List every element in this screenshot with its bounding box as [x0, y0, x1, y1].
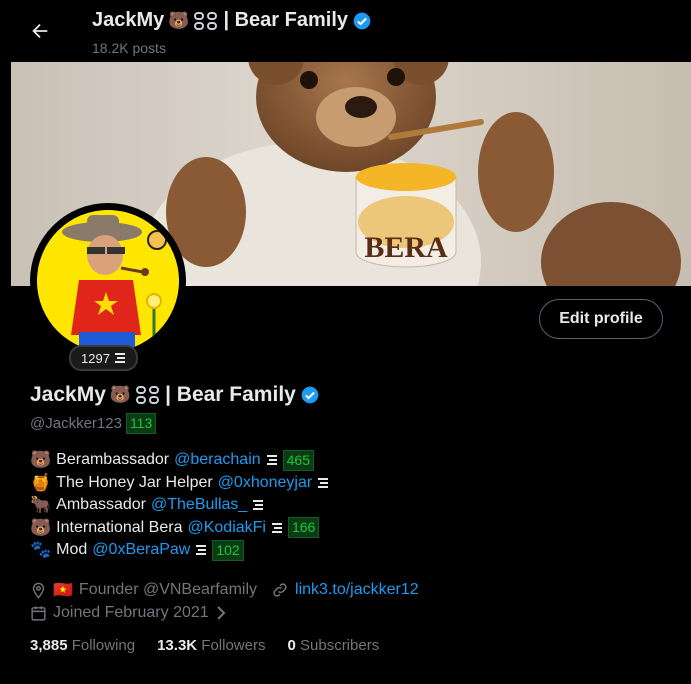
display-name-suffix: | Bear Family: [165, 383, 296, 406]
bio-text: Ambassador: [56, 496, 146, 513]
verified-badge-icon[interactable]: [352, 11, 372, 31]
bio-mention-link[interactable]: @TheBullas_: [151, 494, 247, 517]
bio-text: International Bera: [56, 518, 183, 536]
mention-badge: 465: [282, 449, 314, 471]
bio-mention-link[interactable]: @0xhoneyjar: [218, 472, 313, 495]
bio-mention-link[interactable]: @0xBeraPaw: [92, 539, 190, 562]
berachain-lines-icon: [318, 477, 329, 488]
meta-row-joined: Joined February 2021: [30, 602, 419, 624]
location-pin-icon: [32, 582, 45, 599]
bio-line: 🍯 The Honey Jar Helper @0xhoneyjar: [30, 472, 329, 495]
profile-handle: @Jackker123: [30, 415, 122, 432]
bear-emoji-icon: 🐻: [168, 10, 190, 30]
arrow-left-icon[interactable]: [29, 20, 51, 42]
bear-emoji-icon: 🐻: [30, 517, 52, 537]
avatar[interactable]: [30, 203, 186, 359]
berachain-lines-icon: [271, 522, 282, 533]
verified-badge-icon[interactable]: [300, 385, 320, 405]
profile-name: JackMy 🐻 | Bear Family: [30, 383, 320, 407]
bio-text: Mod: [56, 541, 88, 558]
location-text: Founder @VNBearfamily: [78, 581, 258, 598]
bio-line: 🐾 Mod @0xBeraPaw 102: [30, 539, 329, 562]
bio-line: 🐻 International Bera @KodiakFi 166: [30, 517, 329, 540]
avatar-count-badge: 1297: [69, 345, 138, 371]
website-link[interactable]: link3.to/jackker12: [295, 581, 419, 599]
bio-line: 🐂 Ambassador @TheBullas_: [30, 494, 329, 517]
following-label: Following: [71, 637, 136, 654]
header-name: JackMy: [92, 9, 165, 31]
meta-row-location-website: 🇻🇳 Founder @VNBearfamily link3.to/jackke…: [30, 579, 419, 601]
bio-text: The Honey Jar Helper: [56, 473, 213, 491]
followers-stat[interactable]: 13.3K Followers: [157, 637, 265, 654]
header-title: JackMy 🐻 | Bear Family: [92, 9, 372, 32]
handle-badge: 113: [125, 413, 157, 434]
avatar-count: 1297: [81, 350, 110, 366]
profile-header: JackMy 🐻 | Bear Family 18.2K posts: [11, 0, 691, 62]
bear-emoji-icon: 🐻: [109, 385, 132, 404]
banner-label: BERA: [364, 231, 448, 264]
subscribers-label: Subscribers: [300, 637, 380, 654]
berachain-lines-icon: [253, 500, 264, 511]
avatar-illustration: [37, 210, 179, 352]
display-name: JackMy: [30, 383, 106, 406]
avatar-image: [37, 210, 179, 352]
link-icon: [273, 583, 287, 597]
profile-stats: 3,885 Following 13.3K Followers 0 Subscr…: [30, 637, 379, 654]
mention-badge: 102: [212, 539, 244, 561]
post-count: 18.2K posts: [92, 40, 166, 56]
berachain-lines-icon: [114, 353, 125, 363]
joined-date: Joined February 2021: [53, 604, 209, 621]
calendar-icon: [31, 605, 46, 621]
subscribers-count: 0: [287, 637, 296, 654]
berachain-lines-icon: [266, 455, 277, 466]
paw-prints-emoji-icon: 🐾: [30, 540, 52, 559]
followers-count: 13.3K: [157, 637, 198, 654]
vietnam-flag-icon: 🇻🇳: [53, 582, 73, 599]
chain-icon: [136, 386, 160, 404]
bio-mention-link[interactable]: @berachain: [174, 449, 261, 472]
bear-emoji-icon: 🐻: [30, 450, 52, 469]
chain-icon: [194, 11, 218, 30]
profile-handle-row: @Jackker123 113: [30, 413, 157, 434]
profile-page: JackMy 🐻 | Bear Family 18.2K posts BERA …: [11, 0, 691, 684]
chevron-right-icon[interactable]: [215, 605, 227, 621]
followers-label: Followers: [201, 637, 266, 654]
header-name-suffix: | Bear Family: [223, 9, 348, 31]
profile-meta: 🇻🇳 Founder @VNBearfamily link3.to/jackke…: [30, 579, 419, 625]
profile-bio: 🐻 Berambassador @berachain 465 🍯 The Hon…: [30, 449, 329, 562]
honey-pot-emoji-icon: 🍯: [30, 472, 52, 492]
mention-badge: 166: [287, 517, 320, 539]
bio-line: 🐻 Berambassador @berachain 465: [30, 449, 329, 472]
subscribers-stat[interactable]: 0 Subscribers: [287, 637, 379, 654]
edit-profile-button[interactable]: Edit profile: [539, 299, 663, 339]
following-stat[interactable]: 3,885 Following: [30, 637, 135, 654]
following-count: 3,885: [30, 637, 68, 654]
berachain-lines-icon: [196, 545, 207, 556]
bio-mention-link[interactable]: @KodiakFi: [187, 517, 266, 540]
ox-emoji-icon: 🐂: [30, 495, 52, 514]
bio-text: Berambassador: [56, 451, 170, 468]
